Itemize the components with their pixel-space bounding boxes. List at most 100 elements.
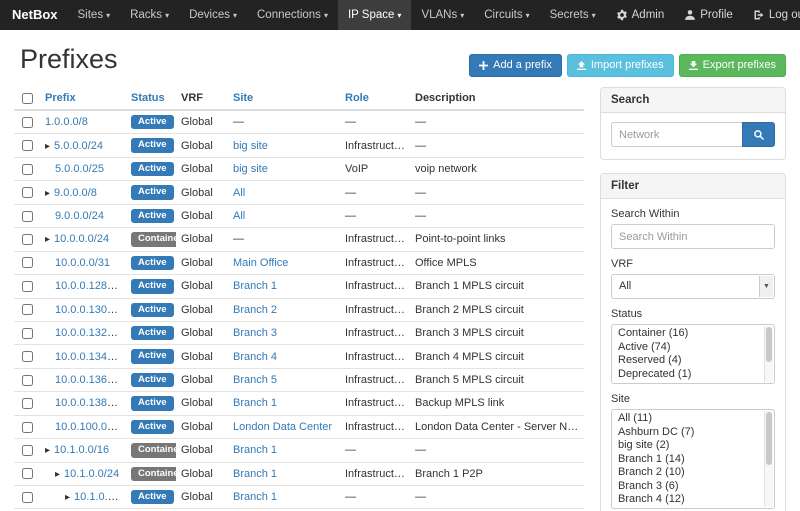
listbox-option[interactable]: Reserved (4): [612, 354, 774, 368]
site-link[interactable]: Main Office: [233, 257, 288, 269]
row-checkbox[interactable]: [22, 398, 33, 409]
listbox-option[interactable]: Ashburn DC (7): [612, 426, 774, 440]
site-link[interactable]: Branch 1: [233, 468, 277, 480]
prefix-link[interactable]: 1.0.0.0/8: [45, 116, 88, 128]
prefix-link[interactable]: 5.0.0.0/24: [54, 140, 103, 152]
search-button[interactable]: [742, 122, 775, 147]
prefix-link[interactable]: 10.0.0.128/31: [55, 280, 122, 292]
row-checkbox[interactable]: [22, 187, 33, 198]
column-header-prefix[interactable]: Prefix: [40, 87, 126, 110]
site-link[interactable]: Branch 3: [233, 327, 277, 339]
site-link[interactable]: Branch 1: [233, 491, 277, 503]
nav-item-log-out[interactable]: Log out: [743, 0, 800, 30]
listbox-option[interactable]: Branch 2 (10): [612, 466, 774, 480]
site-link[interactable]: Branch 1: [233, 280, 277, 292]
site-link[interactable]: Branch 1: [233, 444, 277, 456]
row-checkbox[interactable]: [22, 445, 33, 456]
site-link[interactable]: All: [233, 187, 245, 199]
nav-item-admin[interactable]: Admin: [606, 0, 675, 30]
listbox-option[interactable]: Container (16): [612, 327, 774, 341]
site-link[interactable]: big site: [233, 163, 268, 175]
row-checkbox[interactable]: [22, 304, 33, 315]
expand-arrow-icon[interactable]: ▸: [55, 469, 60, 480]
nav-item-ip-space[interactable]: IP Space▾: [338, 0, 411, 30]
row-checkbox[interactable]: [22, 211, 33, 222]
listbox-option[interactable]: big site (2): [612, 439, 774, 453]
nav-item-sites[interactable]: Sites▾: [68, 0, 121, 30]
scrollbar[interactable]: [764, 411, 773, 507]
prefix-link[interactable]: 5.0.0.0/25: [55, 163, 104, 175]
expand-arrow-icon[interactable]: ▸: [65, 492, 70, 503]
prefix-link[interactable]: 10.1.0.0/24: [64, 468, 119, 480]
brand-link[interactable]: NetBox: [8, 0, 68, 30]
column-header-status[interactable]: Status: [126, 87, 176, 110]
prefix-link[interactable]: 9.0.0.0/24: [55, 210, 104, 222]
site-cell: big site: [228, 157, 340, 180]
vrf-select[interactable]: All ▼: [611, 274, 775, 299]
search-input[interactable]: [611, 122, 742, 147]
search-within-input[interactable]: [611, 224, 775, 249]
prefix-link[interactable]: 10.0.0.134/31: [55, 351, 122, 363]
role-cell: Infrastructure: [340, 134, 410, 157]
row-checkbox[interactable]: [22, 234, 33, 245]
listbox-option[interactable]: Deprecated (1): [612, 368, 774, 382]
expand-arrow-icon[interactable]: ▸: [45, 234, 50, 245]
site-link[interactable]: Branch 5: [233, 374, 277, 386]
row-checkbox[interactable]: [22, 351, 33, 362]
prefix-link[interactable]: 10.0.0.132/31: [55, 327, 122, 339]
prefix-link[interactable]: 10.0.0.138/31: [55, 397, 122, 409]
column-header-role[interactable]: Role: [340, 87, 410, 110]
select-all-checkbox[interactable]: [22, 93, 33, 104]
nav-item-connections[interactable]: Connections▾: [247, 0, 338, 30]
site-link[interactable]: Branch 2: [233, 304, 277, 316]
row-checkbox[interactable]: [22, 375, 33, 386]
row-checkbox[interactable]: [22, 140, 33, 151]
prefix-link[interactable]: 10.1.0.0/16: [54, 444, 109, 456]
site-link[interactable]: Branch 1: [233, 397, 277, 409]
status-listbox[interactable]: Container (16)Active (74)Reserved (4)Dep…: [611, 324, 775, 384]
prefix-link[interactable]: 10.0.0.0/24: [54, 233, 109, 245]
nav-item-racks[interactable]: Racks▾: [120, 0, 179, 30]
row-checkbox[interactable]: [22, 468, 33, 479]
row-checkbox[interactable]: [22, 281, 33, 292]
row-checkbox[interactable]: [22, 492, 33, 503]
listbox-option[interactable]: Branch 4 (12): [612, 493, 774, 507]
site-link[interactable]: London Data Center: [233, 421, 332, 433]
prefix-link[interactable]: 10.0.0.0/31: [55, 257, 110, 269]
prefix-link[interactable]: 10.1.0.0/25: [74, 491, 126, 503]
import-prefixes-button[interactable]: Import prefixes: [567, 54, 674, 77]
row-checkbox[interactable]: [22, 164, 33, 175]
table-row: 10.0.100.0/24ActiveGlobalLondon Data Cen…: [14, 415, 584, 438]
expand-arrow-icon[interactable]: ▸: [45, 188, 50, 199]
row-checkbox[interactable]: [22, 257, 33, 268]
site-link[interactable]: big site: [233, 140, 268, 152]
export-prefixes-button[interactable]: Export prefixes: [679, 54, 786, 77]
nav-item-vlans[interactable]: VLANs▾: [411, 0, 474, 30]
site-link[interactable]: Branch 4: [233, 351, 277, 363]
listbox-option[interactable]: Branch 5 (7): [612, 507, 774, 510]
prefix-link[interactable]: 10.0.0.130/31: [55, 304, 122, 316]
nav-item-devices[interactable]: Devices▾: [179, 0, 247, 30]
nav-item-secrets[interactable]: Secrets▾: [540, 0, 606, 30]
listbox-option[interactable]: Branch 1 (14): [612, 453, 774, 467]
site-listbox[interactable]: All (11)Ashburn DC (7)big site (2)Branch…: [611, 409, 775, 509]
listbox-option[interactable]: Branch 3 (6): [612, 480, 774, 494]
scrollbar[interactable]: [764, 326, 773, 382]
expand-arrow-icon[interactable]: ▸: [45, 445, 50, 456]
import-icon: [577, 61, 586, 70]
row-checkbox[interactable]: [22, 117, 33, 128]
add-a-prefix-button[interactable]: Add a prefix: [469, 54, 562, 77]
row-checkbox[interactable]: [22, 328, 33, 339]
nav-item-circuits[interactable]: Circuits▾: [474, 0, 539, 30]
prefix-link[interactable]: 10.0.100.0/24: [55, 421, 122, 433]
expand-arrow-icon[interactable]: ▸: [45, 141, 50, 152]
site-link[interactable]: All: [233, 210, 245, 222]
listbox-option[interactable]: All (11): [612, 412, 774, 426]
prefix-link[interactable]: 10.0.0.136/31: [55, 374, 122, 386]
row-checkbox[interactable]: [22, 422, 33, 433]
nav-item-profile[interactable]: Profile: [674, 0, 743, 30]
column-header-site[interactable]: Site: [228, 87, 340, 110]
prefix-link[interactable]: 9.0.0.0/8: [54, 187, 97, 199]
chevron-down-icon: ▾: [460, 11, 464, 20]
listbox-option[interactable]: Active (74): [612, 341, 774, 355]
